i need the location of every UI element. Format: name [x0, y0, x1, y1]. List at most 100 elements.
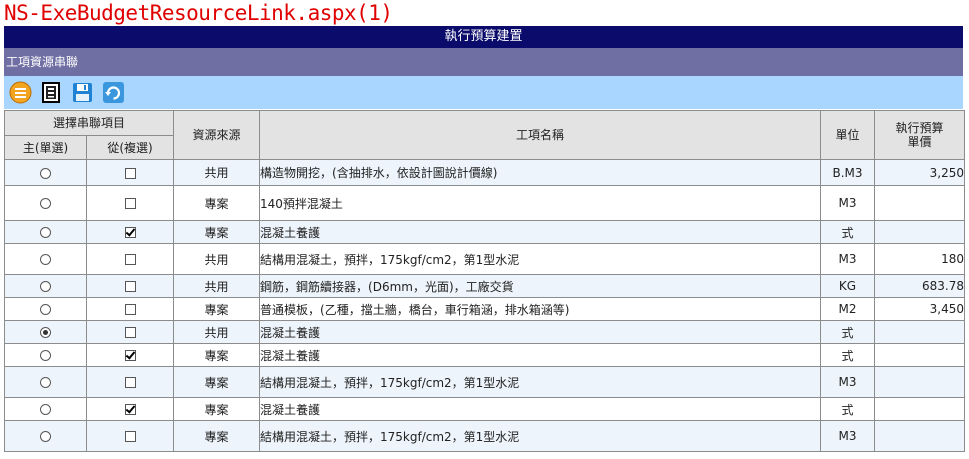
sub-select-cell [85, 297, 175, 321]
document-button[interactable] [40, 81, 63, 104]
sub-checkbox[interactable] [124, 281, 136, 292]
sub-checkbox[interactable] [124, 431, 136, 442]
price-cell [874, 420, 966, 452]
main-radio[interactable] [40, 404, 51, 415]
refresh-icon [103, 82, 124, 103]
table-row: 專案 結構用混凝土，預拌，175kgf/cm2，第1型水泥 M3 [4, 366, 966, 398]
source-cell: 專案 [173, 185, 261, 221]
item-name-cell: 混凝土養護 [259, 397, 822, 421]
sub-select-cell [85, 343, 175, 367]
table-row: 共用 混凝土養護式 [4, 320, 966, 344]
sub-checkbox[interactable] [124, 167, 136, 179]
unit-cell: 式 [820, 320, 876, 344]
toolbar [4, 76, 963, 109]
list-button[interactable] [9, 81, 32, 104]
main-select-cell [4, 220, 87, 244]
main-select-cell [4, 320, 87, 344]
main-select-cell [4, 297, 87, 321]
sub-select-cell [85, 220, 175, 244]
main-radio[interactable] [40, 350, 51, 361]
price-cell [874, 366, 966, 398]
save-icon [73, 83, 92, 102]
item-name-cell: 混凝土養護 [259, 220, 822, 244]
price-cell [874, 220, 966, 244]
table-row: 共用 鋼筋，鋼筋續接器，(D6mm，光面)，工廠交貨 KG 683.78 [4, 274, 966, 298]
header-name: 工項名稱 [259, 110, 822, 160]
header-unit: 單位 [820, 110, 876, 160]
main-select-cell [4, 159, 87, 186]
main-radio[interactable] [40, 281, 51, 292]
sub-checkbox[interactable] [124, 377, 136, 388]
source-cell: 專案 [173, 343, 261, 367]
main-select-cell [4, 185, 87, 221]
unit-cell: 式 [820, 343, 876, 367]
sub-checkbox[interactable] [124, 404, 136, 415]
main-select-cell [4, 274, 87, 298]
unit-cell: 式 [820, 397, 876, 421]
item-name-cell: 140預拌混凝土 [259, 185, 822, 221]
item-name-cell: 鋼筋，鋼筋續接器，(D6mm，光面)，工廠交貨 [259, 274, 822, 298]
sub-checkbox[interactable] [124, 304, 136, 315]
main-radio[interactable] [40, 327, 51, 338]
main-select-cell [4, 243, 87, 275]
sub-select-cell [85, 366, 175, 398]
main-radio[interactable] [40, 431, 51, 442]
sub-checkbox[interactable] [124, 227, 136, 238]
source-cell: 共用 [173, 159, 261, 186]
unit-cell: KG [820, 274, 876, 298]
unit-cell: M3 [820, 185, 876, 221]
sub-select-cell [85, 420, 175, 452]
price-cell [874, 343, 966, 367]
table-row: 專案 普通模板，(乙種，擋土牆，橋台，車行箱涵，排水箱涵等) M2 3,450 [4, 297, 966, 321]
section-title: 工項資源串聯 [4, 48, 963, 76]
sub-select-cell [85, 274, 175, 298]
header-source: 資源來源 [173, 110, 261, 160]
save-button[interactable] [71, 81, 94, 104]
table-row: 專案 結構用混凝土，預拌，175kgf/cm2，第1型水泥 M3 [4, 420, 966, 452]
main-radio[interactable] [40, 377, 51, 388]
sub-select-cell [85, 397, 175, 421]
sub-select-cell [85, 159, 175, 186]
table-row: 共用 構造物開挖，(含抽排水，依設計圖說計價線) B.M3 3,250 [4, 159, 966, 186]
main-radio[interactable] [40, 304, 51, 315]
sub-select-cell [85, 185, 175, 221]
source-cell: 專案 [173, 220, 261, 244]
sub-checkbox[interactable] [124, 350, 136, 361]
source-cell: 專案 [173, 366, 261, 398]
sub-checkbox[interactable] [124, 327, 136, 338]
item-name-cell: 混凝土養護 [259, 343, 822, 367]
main-radio[interactable] [40, 198, 51, 209]
header-price: 執行預算 單價 [874, 110, 966, 160]
sub-checkbox[interactable] [124, 198, 136, 209]
price-cell: 3,250 [874, 159, 966, 186]
source-cell: 專案 [173, 397, 261, 421]
header-select-group: 選擇串聯項目 [3, 110, 175, 136]
sub-checkbox[interactable] [124, 254, 136, 265]
source-cell: 共用 [173, 320, 261, 344]
item-name-cell: 結構用混凝土，預拌，175kgf/cm2，第1型水泥 [259, 420, 822, 452]
item-name-cell: 構造物開挖，(含抽排水，依設計圖說計價線) [259, 159, 822, 186]
header-price-line2: 單價 [907, 135, 932, 149]
source-cell: 共用 [173, 274, 261, 298]
main-radio[interactable] [40, 254, 51, 265]
price-cell [874, 397, 966, 421]
header-bar: 執行預算建置 [4, 26, 963, 48]
list-icon [9, 81, 32, 104]
main-radio[interactable] [40, 167, 51, 179]
item-name-cell: 普通模板，(乙種，擋土牆，橋台，車行箱涵，排水箱涵等) [259, 297, 822, 321]
source-cell: 共用 [173, 243, 261, 275]
unit-cell: M3 [820, 243, 876, 275]
price-cell [874, 185, 966, 221]
refresh-button[interactable] [102, 81, 125, 104]
main-select-cell [4, 366, 87, 398]
price-cell: 180 [874, 243, 966, 275]
document-icon [42, 82, 60, 103]
source-cell: 專案 [173, 297, 261, 321]
main-select-cell [4, 343, 87, 367]
source-cell: 專案 [173, 420, 261, 452]
sub-select-cell [85, 320, 175, 344]
main-radio[interactable] [40, 227, 51, 238]
header-sub: 從(複選) [85, 135, 175, 160]
table-row: 專案 混凝土養護式 [4, 397, 966, 421]
header-price-line1: 執行預算 [895, 121, 944, 135]
